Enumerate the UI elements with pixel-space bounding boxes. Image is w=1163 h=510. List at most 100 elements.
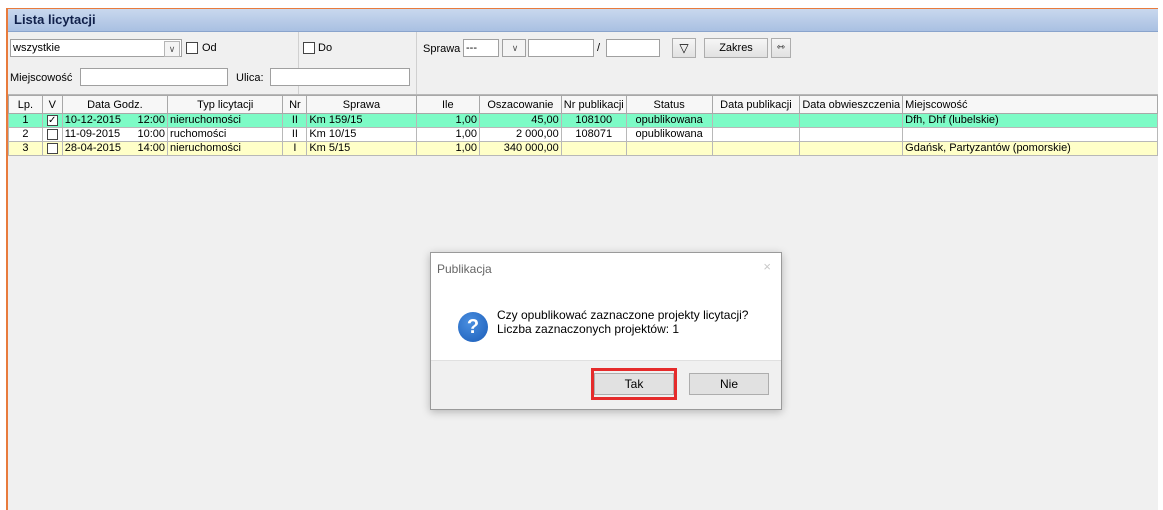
export-icon[interactable]: ⇿ (771, 38, 791, 58)
sprawa-label: Sprawa (423, 43, 461, 55)
cell-nr-publikacji: 108071 (560, 127, 627, 142)
question-icon: ? (458, 312, 488, 342)
table-row[interactable]: 3 28-04-2015 14:00 nieruchomości I Km 5/1… (8, 141, 1158, 156)
chevron-down-icon: ∨ (511, 43, 519, 53)
col-header-date[interactable]: Data Godz. (61, 95, 169, 114)
slash-separator: / (597, 42, 601, 54)
row-checkbox[interactable]: ✓ (46, 114, 58, 126)
cell-date: 10-12-2015 12:00 (61, 113, 169, 128)
cell-sprawa: Km 10/15 (306, 127, 417, 142)
chevron-down-icon[interactable]: ∨ (164, 41, 180, 57)
cell-data-publikacji (711, 113, 801, 128)
cell-sprawa: Km 159/15 (306, 113, 417, 128)
sprawa-select[interactable]: --- (463, 39, 499, 57)
cell-v[interactable]: ✓ (41, 113, 63, 128)
cell-v[interactable] (41, 127, 63, 142)
zakres-button[interactable]: Zakres (704, 38, 768, 58)
dialog-title: Publikacja (437, 262, 492, 276)
filter-funnel-icon[interactable]: ▽ (672, 38, 696, 58)
dialog-message-line: Liczba zaznaczonych projektów: 1 (497, 322, 680, 336)
sprawa-select-button[interactable]: ∨ (502, 39, 526, 57)
cell-status (625, 141, 713, 156)
col-header-nr[interactable]: Nr (282, 95, 308, 114)
col-header-ile[interactable]: Ile (415, 95, 480, 114)
sprawa-number-input[interactable] (528, 39, 594, 57)
window-title: Lista licytacji (8, 9, 1158, 32)
auction-type-select[interactable]: wszystkie ∨ (10, 39, 182, 57)
table-row[interactable]: 2 11-09-2015 10:00 ruchomości II Km 10/15… (8, 127, 1158, 142)
cell-date: 11-09-2015 10:00 (61, 127, 169, 142)
cell-nr: I (282, 141, 308, 156)
cell-sprawa: Km 5/15 (306, 141, 417, 156)
col-header-nr-publikacji[interactable]: Nr publikacji (560, 95, 627, 114)
date-value: 11-09-2015 (64, 128, 121, 141)
miejscowosc-label: Miejscowość (10, 72, 73, 84)
cell-miejscowosc: Gdańsk, Partyzantów (pomorskie) (902, 141, 1158, 156)
cell-miejscowosc: Dfh, Dhf (lubelskie) (902, 113, 1158, 128)
cell-miejscowosc (902, 127, 1158, 142)
cell-data-publikacji (711, 141, 801, 156)
cell-data-obwieszczenia (799, 141, 904, 156)
dialog-message: Czy opublikować zaznaczone projekty licy… (497, 308, 748, 336)
highlight-box (591, 368, 677, 400)
od-label: Od (202, 42, 217, 54)
cell-data-obwieszczenia (799, 127, 904, 142)
ulica-label: Ulica: (236, 72, 264, 84)
sprawa-year-input[interactable] (606, 39, 660, 57)
col-header-data-publikacji[interactable]: Data publikacji (711, 95, 801, 114)
col-header-status[interactable]: Status (625, 95, 713, 114)
close-icon[interactable]: × (763, 259, 771, 274)
cell-ile: 1,00 (415, 141, 480, 156)
cell-nr: II (282, 113, 308, 128)
time-value: 12:00 (137, 114, 166, 127)
cell-status: opublikowana (625, 127, 713, 142)
cell-type: nieruchomości (167, 141, 284, 156)
cell-v[interactable] (41, 141, 63, 156)
cell-ile: 1,00 (415, 113, 480, 128)
col-header-miejscowosc[interactable]: Miejscowość (902, 95, 1158, 114)
ulica-input[interactable] (270, 68, 410, 86)
cell-data-publikacji (711, 127, 801, 142)
col-header-sprawa[interactable]: Sprawa (306, 95, 417, 114)
auction-type-select-value: wszystkie (13, 42, 61, 54)
cell-nr-publikacji: 108100 (560, 113, 627, 128)
dialog-message-line: Czy opublikować zaznaczone projekty licy… (497, 308, 749, 322)
col-header-type[interactable]: Typ licytacji (167, 95, 284, 114)
do-label: Do (318, 42, 333, 54)
filter-panel: wszystkie ∨ Od Do Sprawa --- ∨ / ▽ Zakre… (8, 32, 1158, 95)
date-value: 28-04-2015 (64, 142, 121, 155)
cell-nr: II (282, 127, 308, 142)
dialog-footer: Tak Nie (431, 360, 781, 409)
col-header-v[interactable]: V (41, 95, 63, 114)
cell-nr-publikacji (560, 141, 627, 156)
row-checkbox[interactable] (46, 142, 58, 154)
cell-lp: 2 (8, 127, 43, 142)
od-checkbox[interactable] (186, 42, 198, 54)
col-header-data-obwieszczenia[interactable]: Data obwieszczenia (799, 95, 904, 114)
do-checkbox[interactable] (303, 42, 315, 54)
sprawa-select-value: --- (466, 42, 477, 54)
time-value: 10:00 (137, 128, 166, 141)
publish-confirm-dialog: Publikacja × ? Czy opublikować zaznaczon… (430, 252, 782, 410)
auction-table: Lp. V Data Godz. Typ licytacji Nr Sprawa… (8, 95, 1158, 156)
miejscowosc-input[interactable] (80, 68, 228, 86)
cell-lp: 3 (8, 141, 43, 156)
no-button[interactable]: Nie (689, 373, 769, 395)
table-row[interactable]: 1 ✓ 10-12-2015 12:00 nieruchomości II Km … (8, 113, 1158, 128)
row-checkbox[interactable] (46, 128, 58, 140)
table-header-row: Lp. V Data Godz. Typ licytacji Nr Sprawa… (8, 95, 1158, 114)
cell-lp: 1 (8, 113, 43, 128)
col-header-lp[interactable]: Lp. (8, 95, 43, 114)
cell-oszacowanie: 2 000,00 (478, 127, 562, 142)
cell-oszacowanie: 45,00 (478, 113, 562, 128)
col-header-oszacowanie[interactable]: Oszacowanie (478, 95, 562, 114)
cell-data-obwieszczenia (799, 113, 904, 128)
cell-status: opublikowana (625, 113, 713, 128)
cell-oszacowanie: 340 000,00 (478, 141, 562, 156)
time-value: 14:00 (137, 142, 166, 155)
divider (416, 32, 417, 94)
date-value: 10-12-2015 (64, 114, 121, 127)
cell-date: 28-04-2015 14:00 (61, 141, 169, 156)
cell-ile: 1,00 (415, 127, 480, 142)
cell-type: ruchomości (167, 127, 284, 142)
